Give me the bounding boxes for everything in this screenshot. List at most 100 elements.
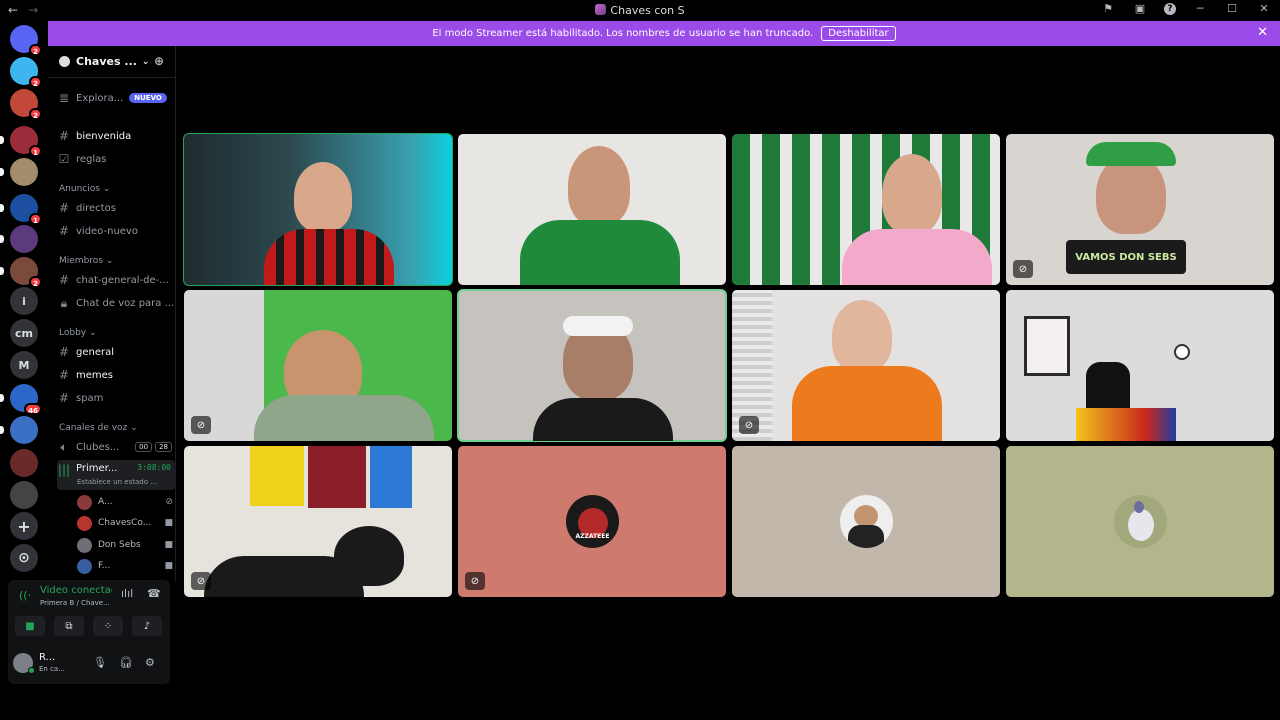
- avatar: [77, 558, 92, 574]
- server-icon-6[interactable]: 1: [0, 194, 42, 225]
- channel-chat-general[interactable]: # chat-general-de-...: [57, 270, 175, 290]
- screenshare-button[interactable]: ⧉: [54, 616, 84, 636]
- mention-badge: 1: [29, 145, 42, 157]
- server-icon-10[interactable]: cm: [10, 319, 38, 347]
- channel-label: reglas: [76, 153, 107, 165]
- video-tile-5[interactable]: ⊘: [184, 290, 452, 441]
- video-tile-8[interactable]: [1006, 290, 1274, 441]
- voice-member[interactable]: F... ■: [77, 556, 173, 576]
- category-miembros[interactable]: Miembros ⌄: [59, 256, 113, 266]
- video-tile-11[interactable]: [732, 446, 1000, 597]
- avatar-text: AZZATEEE: [575, 533, 610, 540]
- channel-bienvenida[interactable]: # bienvenida: [57, 126, 175, 146]
- disable-streamer-button[interactable]: Deshabilitar: [821, 26, 896, 41]
- screen-share-icon: ⧉: [65, 620, 73, 632]
- voice-channel-path[interactable]: Primera B / Chave...: [40, 599, 110, 607]
- voice-member[interactable]: ChavesCo... ■: [77, 513, 173, 533]
- server-icon-7[interactable]: [0, 225, 38, 253]
- video-tile-6[interactable]: [457, 289, 727, 442]
- channel-general[interactable]: # general: [57, 342, 175, 362]
- disconnect-icon[interactable]: ☎: [147, 587, 161, 600]
- server-icon: [59, 56, 70, 67]
- participant-shirt: [842, 229, 992, 285]
- inbox-icon[interactable]: ⚑: [1100, 2, 1116, 15]
- video-tile-12[interactable]: [1006, 446, 1274, 597]
- close-banner-icon[interactable]: ✕: [1257, 25, 1268, 40]
- server-header[interactable]: Chaves ... ⌄ ⊕: [48, 46, 176, 78]
- help-icon[interactable]: ?: [1164, 2, 1176, 15]
- channel-video-nuevo[interactable]: # video-nuevo: [57, 221, 175, 241]
- invite-icon[interactable]: ⊕: [154, 54, 164, 68]
- channel-spam[interactable]: # spam: [57, 388, 175, 408]
- server-icon-15[interactable]: [10, 481, 38, 509]
- activities-icon: ⁘: [103, 620, 113, 632]
- mention-badge: 46: [24, 403, 42, 415]
- server-icon-11[interactable]: M: [10, 351, 38, 379]
- voice-member[interactable]: A... ⊘: [77, 492, 173, 512]
- screen-icon[interactable]: ▣: [1132, 2, 1148, 15]
- server-icon-12[interactable]: 46: [0, 384, 42, 415]
- explore-label: Explora...: [76, 92, 124, 104]
- camera-button[interactable]: ■: [15, 616, 45, 636]
- category-label: Canales de voz: [59, 423, 128, 433]
- microphone-icon[interactable]: 🎙︎: [93, 656, 107, 669]
- avatar-shirt: [848, 525, 884, 548]
- server-label: M: [18, 358, 30, 372]
- video-tile-2[interactable]: [458, 134, 726, 285]
- video-tile-4[interactable]: VAMOS DON SEBS ⊘: [1006, 134, 1274, 285]
- category-lobby[interactable]: Lobby ⌄: [59, 328, 97, 338]
- channel-label: bienvenida: [76, 130, 132, 142]
- soundboard-button[interactable]: ♪: [132, 616, 162, 636]
- add-server-button[interactable]: +: [10, 512, 38, 540]
- close-button[interactable]: ✕: [1256, 2, 1272, 15]
- mic-muted-icon: ⊘: [165, 497, 173, 507]
- category-anuncios[interactable]: Anuncios ⌄: [59, 184, 110, 194]
- server-label: cm: [15, 326, 33, 340]
- soundboard-icon: ♪: [143, 620, 151, 632]
- participant-face: [568, 146, 630, 226]
- noise-suppression-icon[interactable]: ılıl: [121, 587, 133, 600]
- participant-face: [832, 300, 892, 372]
- unread-pip: [0, 426, 4, 434]
- avatar-face: [854, 505, 878, 527]
- explore-servers-button[interactable]: ⊙: [10, 544, 38, 572]
- headphones-icon[interactable]: 🎧︎: [119, 656, 133, 669]
- server-icon-2[interactable]: 2: [10, 57, 42, 88]
- server-icon-4[interactable]: 1: [0, 126, 42, 157]
- server-icon-1[interactable]: 2: [10, 25, 42, 56]
- channel-reglas[interactable]: ☑ reglas: [57, 149, 175, 169]
- server-icon-3[interactable]: 2: [10, 89, 42, 120]
- server-icon-5[interactable]: [0, 158, 38, 186]
- avatar-creature: [1128, 509, 1154, 541]
- set-status-hint[interactable]: Establece un estado ...: [77, 478, 157, 486]
- voice-status[interactable]: Video conectac: [40, 585, 112, 596]
- category-voz[interactable]: Canales de voz ⌄: [59, 423, 138, 433]
- mention-badge: 1: [29, 213, 42, 225]
- channel-chat-voz[interactable]: 🔒︎ Chat de voz para ...: [57, 293, 175, 313]
- video-tile-1[interactable]: [183, 133, 453, 286]
- video-tile-3[interactable]: [732, 134, 1000, 285]
- participant-face: [882, 154, 942, 234]
- video-tile-7[interactable]: ⊘: [732, 290, 1000, 441]
- channel-directos[interactable]: # directos: [57, 198, 175, 218]
- gear-icon[interactable]: ⚙: [145, 656, 155, 669]
- voice-member[interactable]: Don Sebs ■: [77, 535, 173, 555]
- explore-channels[interactable]: ≣ Explora... NUEVO: [57, 88, 175, 108]
- hash-icon: #: [58, 129, 70, 143]
- hash-icon: #: [58, 273, 70, 287]
- server-icon-14[interactable]: [10, 449, 38, 477]
- user-name[interactable]: R...: [39, 652, 55, 663]
- video-tile-9[interactable]: ⊘: [184, 446, 452, 597]
- maximize-button[interactable]: ☐: [1224, 2, 1240, 15]
- voice-channel-clubes[interactable]: 🔈︎ Clubes... 00 28: [57, 437, 175, 457]
- activities-button[interactable]: ⁘: [93, 616, 123, 636]
- video-icon: ■: [164, 540, 173, 550]
- video-tile-10[interactable]: AZZATEEE ⊘: [458, 446, 726, 597]
- category-label: Anuncios: [59, 184, 100, 194]
- server-icon-8[interactable]: 2: [0, 257, 42, 288]
- server-label: i: [22, 294, 26, 308]
- server-icon-13[interactable]: [0, 416, 38, 444]
- channel-memes[interactable]: # memes: [57, 365, 175, 385]
- minimize-button[interactable]: ─: [1192, 2, 1208, 15]
- server-icon-9[interactable]: i: [10, 287, 38, 315]
